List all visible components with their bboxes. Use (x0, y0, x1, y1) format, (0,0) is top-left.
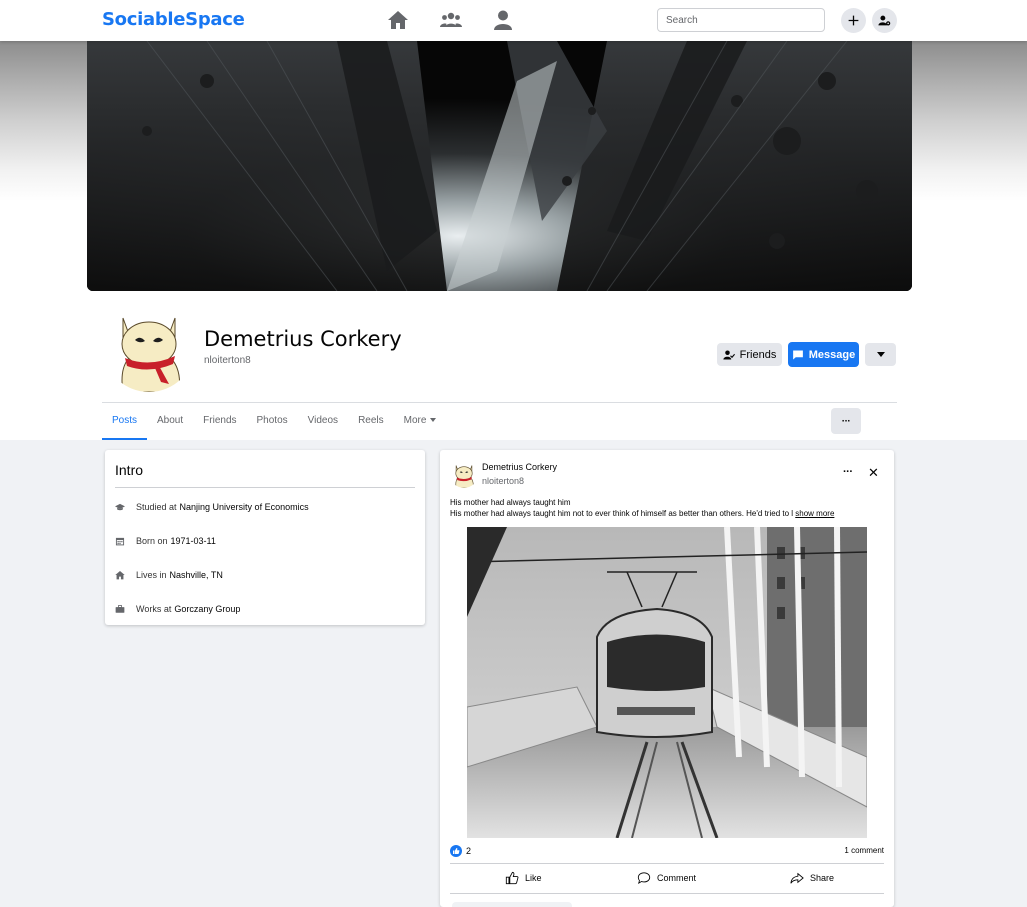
graduation-cap-icon (115, 503, 125, 511)
home-icon (115, 570, 125, 580)
like-reaction-icon (450, 845, 462, 857)
post-title: His mother had always taught him (450, 498, 571, 507)
intro-work-value: Gorczany Group (174, 604, 241, 614)
intro-birthday: Born on 1971-03-11 (115, 536, 216, 546)
account-settings-button[interactable] (872, 8, 897, 33)
post-image[interactable] (467, 527, 867, 838)
top-navbar: SociableSpace (0, 0, 1027, 41)
tab-photos[interactable]: Photos (247, 403, 298, 440)
tab-reels[interactable]: Reels (348, 403, 394, 440)
message-button[interactable]: Message (788, 342, 859, 367)
like-button-label: Like (525, 873, 542, 883)
share-button[interactable]: Share (790, 871, 834, 885)
post-author-handle: nloiterton8 (482, 476, 525, 486)
intro-birthday-value: 1971-03-11 (170, 536, 216, 546)
cover-photo (87, 41, 912, 291)
intro-birthday-label: Born on (136, 536, 168, 546)
comment-icon (637, 872, 651, 884)
friends-button-label: Friends (739, 348, 777, 361)
post-reactions[interactable]: 2 (450, 845, 471, 857)
profile-avatar[interactable] (103, 300, 195, 392)
profile-handle: nloiterton8 (204, 355, 251, 366)
thumbs-up-icon (505, 871, 519, 885)
friends-button[interactable]: Friends (717, 343, 782, 366)
tab-friends[interactable]: Friends (193, 403, 246, 440)
brand-logo[interactable]: SociableSpace (102, 9, 245, 30)
plus-icon (848, 15, 859, 26)
intro-card: Intro Studied at Nanjing University of E… (105, 450, 425, 625)
message-button-label: Message (808, 348, 856, 361)
like-button[interactable]: Like (505, 871, 542, 885)
profile-name: Demetrius Corkery (204, 327, 402, 351)
comment-button[interactable]: Comment (637, 871, 696, 885)
home-icon[interactable] (385, 8, 411, 32)
intro-title: Intro (115, 462, 144, 478)
profile-options-dropdown[interactable] (865, 343, 896, 366)
show-more-link[interactable]: show more (795, 509, 834, 518)
intro-location: Lives in Nashville, TN (115, 570, 223, 580)
profile-tabs: Posts About Friends Photos Videos Reels … (102, 403, 446, 440)
search-input[interactable] (657, 8, 825, 32)
intro-education-label: Studied at (136, 502, 177, 512)
tab-videos[interactable]: Videos (298, 403, 348, 440)
tabs-more-options-button[interactable]: ··· (831, 408, 861, 434)
intro-education: Studied at Nanjing University of Economi… (115, 502, 309, 512)
caret-down-icon (430, 418, 437, 423)
intro-location-label: Lives in (136, 570, 167, 580)
post-author-avatar[interactable] (450, 460, 478, 488)
share-icon (790, 872, 804, 884)
plus-button[interactable] (841, 8, 866, 33)
intro-location-value: Nashville, TN (169, 570, 223, 580)
comment-button-label: Comment (657, 873, 697, 883)
actions-top-divider (450, 863, 884, 864)
post-author-name[interactable]: Demetrius Corkery (482, 462, 557, 472)
intro-divider (115, 487, 415, 488)
tab-more-label: More (403, 415, 427, 426)
profile-icon[interactable] (490, 8, 516, 32)
post-menu-button[interactable]: ··· (843, 466, 853, 478)
post-card: Demetrius Corkery nloiterton8 ··· ✕ His … (440, 450, 894, 907)
comment-count[interactable]: 1 comment (844, 846, 884, 855)
share-button-label: Share (810, 873, 835, 883)
friends-icon[interactable] (438, 8, 464, 32)
user-check-icon (723, 350, 735, 359)
post-close-button[interactable]: ✕ (868, 466, 879, 480)
message-icon (792, 350, 803, 359)
intro-education-value: Nanjing University of Economics (179, 502, 309, 512)
intro-work-label: Works at (136, 604, 172, 614)
account-settings-icon (878, 15, 891, 26)
post-body-text: His mother had always taught him not to … (450, 509, 794, 518)
calendar-icon (115, 537, 125, 546)
intro-work: Works at Gorczany Group (115, 604, 240, 614)
actions-bottom-divider (450, 893, 884, 894)
chevron-down-icon (876, 352, 885, 357)
post-body: His mother had always taught him not to … (450, 509, 886, 518)
tab-posts[interactable]: Posts (102, 403, 148, 440)
tab-about[interactable]: About (147, 403, 193, 440)
like-count: 2 (466, 846, 472, 856)
briefcase-icon (115, 605, 125, 613)
comment-preview (452, 902, 572, 907)
tab-more[interactable]: More (394, 403, 447, 440)
